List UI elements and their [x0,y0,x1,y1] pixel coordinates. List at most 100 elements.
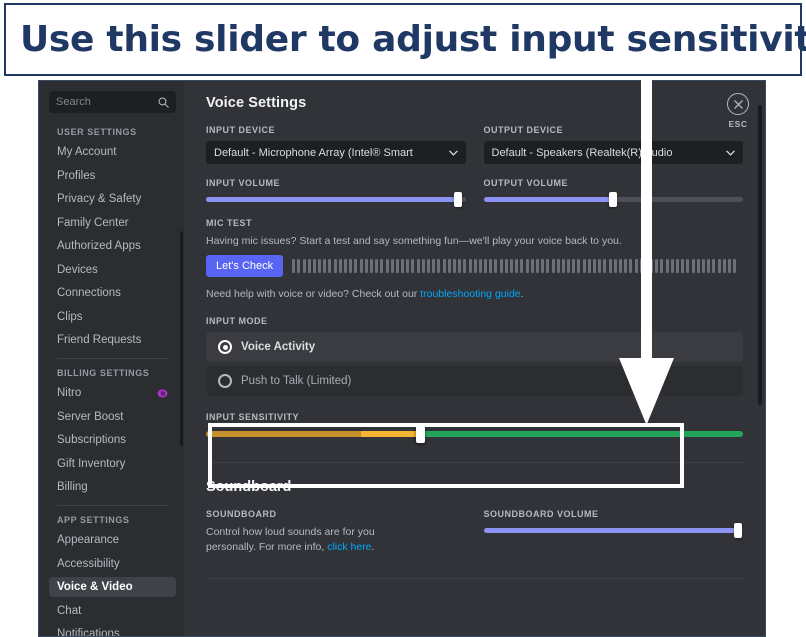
sidebar-item-gift-inventory[interactable]: Gift Inventory [49,454,176,474]
input-sensitivity-group: INPUT SENSITIVITY [206,412,743,444]
mic-meter-tick [421,259,425,274]
device-row: INPUT DEVICE Default - Microphone Array … [206,125,743,164]
mic-meter-tick [593,259,597,274]
callout-banner: Use this slider to adjust input sensitiv… [4,3,806,76]
sidebar-item-chat[interactable]: Chat [49,601,176,621]
sidebar-item-billing[interactable]: Billing [49,477,176,497]
mic-meter-tick [634,259,638,274]
sidebar-item-label: Authorized Apps [57,240,141,252]
close-icon [727,93,749,115]
input-volume-group: INPUT VOLUME [206,178,466,207]
lets-check-button[interactable]: Let's Check [206,255,284,278]
soundboard-volume-slider[interactable] [483,523,743,539]
sidebar-item-my-account[interactable]: My Account [49,142,176,162]
mic-meter-tick [338,259,342,274]
sidebar-item-devices[interactable]: Devices [49,260,176,280]
mic-meter-tick [613,259,617,274]
sidebar-item-clips[interactable]: Clips [49,307,176,327]
slider-handle[interactable] [453,192,462,207]
input-mode-option-voice-activity[interactable]: Voice Activity [206,332,743,363]
sidebar-item-friend-requests[interactable]: Friend Requests [49,330,176,350]
mic-meter-tick [686,259,690,274]
mic-meter-tick [541,259,545,274]
input-mode-group: INPUT MODE Voice Activity Push to Talk (… [206,316,743,397]
sensitivity-slider-handle[interactable] [416,426,426,444]
soundboard-description-suffix: . [371,541,375,554]
close-settings-button[interactable]: ESC [727,93,749,129]
sidebar-item-nitro[interactable]: Nitro [49,383,176,403]
sidebar-item-privacy-safety[interactable]: Privacy & Safety [49,189,176,209]
input-sensitivity-slider[interactable] [206,426,743,444]
sidebar-item-appearance[interactable]: Appearance [49,530,176,550]
sidebar-section-header-user: USER SETTINGS [57,127,137,137]
input-device-select[interactable]: Default - Microphone Array (Intel® Smart [206,141,466,164]
mic-meter-tick [458,259,462,274]
mic-meter-tick [701,259,705,274]
sidebar-item-authorized-apps[interactable]: Authorized Apps [49,236,176,256]
mic-meter-tick [473,259,477,274]
input-device-group: INPUT DEVICE Default - Microphone Array … [206,125,466,164]
mic-meter-tick [333,259,337,274]
sidebar-item-label: Family Center [57,216,129,229]
mic-meter-tick [411,259,415,274]
mic-meter-tick [302,259,306,274]
mic-meter-tick [567,259,571,274]
sidebar-scrollbar[interactable] [180,231,183,446]
mic-meter-tick [624,259,628,274]
click-here-link[interactable]: click here [327,541,371,553]
mic-meter-tick [582,259,586,274]
mic-test-label: MIC TEST [206,218,252,228]
mic-test-description: Having mic issues? Start a test and say … [206,235,622,247]
mic-meter-tick [452,259,456,274]
mic-meter-tick [437,259,441,274]
sidebar-item-voice-and-video[interactable]: Voice & Video [49,577,176,597]
output-device-select[interactable]: Default - Speakers (Realtek(R) Audio [483,141,743,164]
sidebar-item-subscriptions[interactable]: Subscriptions [49,430,176,450]
mic-meter-tick [494,259,498,274]
mic-meter-tick [722,259,726,274]
mic-meter-tick [629,259,633,274]
soundboard-volume-group: SOUNDBOARD VOLUME [483,509,743,555]
mic-meter-tick [561,259,565,274]
sensitivity-segment-low [206,431,361,438]
mic-meter-tick [733,259,737,274]
mic-meter-tick [364,259,368,274]
soundboard-description: Control how loud sounds are for you pers… [206,525,421,555]
mic-meter-tick [717,259,721,274]
slider-handle[interactable] [733,523,742,539]
mic-meter-tick [307,259,311,274]
slider-handle[interactable] [609,192,618,207]
mic-meter-tick [375,259,379,274]
mic-meter-tick [395,259,399,274]
sidebar-item-profiles[interactable]: Profiles [49,166,176,186]
sidebar-item-accessibility[interactable]: Accessibility [49,554,176,574]
troubleshooting-guide-link[interactable]: troubleshooting guide [420,288,520,300]
sensitivity-segment-high [420,431,743,438]
screenshot-root: Use this slider to adjust input sensitiv… [0,0,806,637]
sidebar-item-connections[interactable]: Connections [49,283,176,303]
mic-meter-tick [515,259,519,274]
output-volume-slider[interactable] [483,192,743,207]
mic-meter-tick [520,259,524,274]
input-sensitivity-label: INPUT SENSITIVITY [206,412,300,423]
input-volume-slider[interactable] [206,192,466,207]
slider-fill [483,528,738,534]
sensitivity-segment-mid [360,431,421,438]
content-scrollbar[interactable] [758,105,762,405]
sidebar-item-notifications[interactable]: Notifications [49,624,176,636]
sidebar-item-label: Gift Inventory [57,457,126,470]
sidebar-item-label: Clips [57,310,83,323]
callout-banner-text: Use this slider to adjust input sensitiv… [20,19,806,60]
sidebar-item-server-boost[interactable]: Server Boost [49,407,176,427]
input-mode-option-push-to-talk[interactable]: Push to Talk (Limited) [206,366,743,397]
settings-sidebar: Search USER SETTINGS My Account Profiles… [39,81,184,636]
mic-meter-tick [323,259,327,274]
mic-meter-tick [660,259,664,274]
mic-meter-tick [577,259,581,274]
sidebar-item-family-center[interactable]: Family Center [49,213,176,233]
mic-meter-tick [489,259,493,274]
sidebar-item-label: Server Boost [57,410,124,423]
mic-meter-tick [484,259,488,274]
search-input[interactable]: Search [49,91,176,113]
soundboard-info-group: SOUNDBOARD Control how loud sounds are f… [206,509,466,555]
